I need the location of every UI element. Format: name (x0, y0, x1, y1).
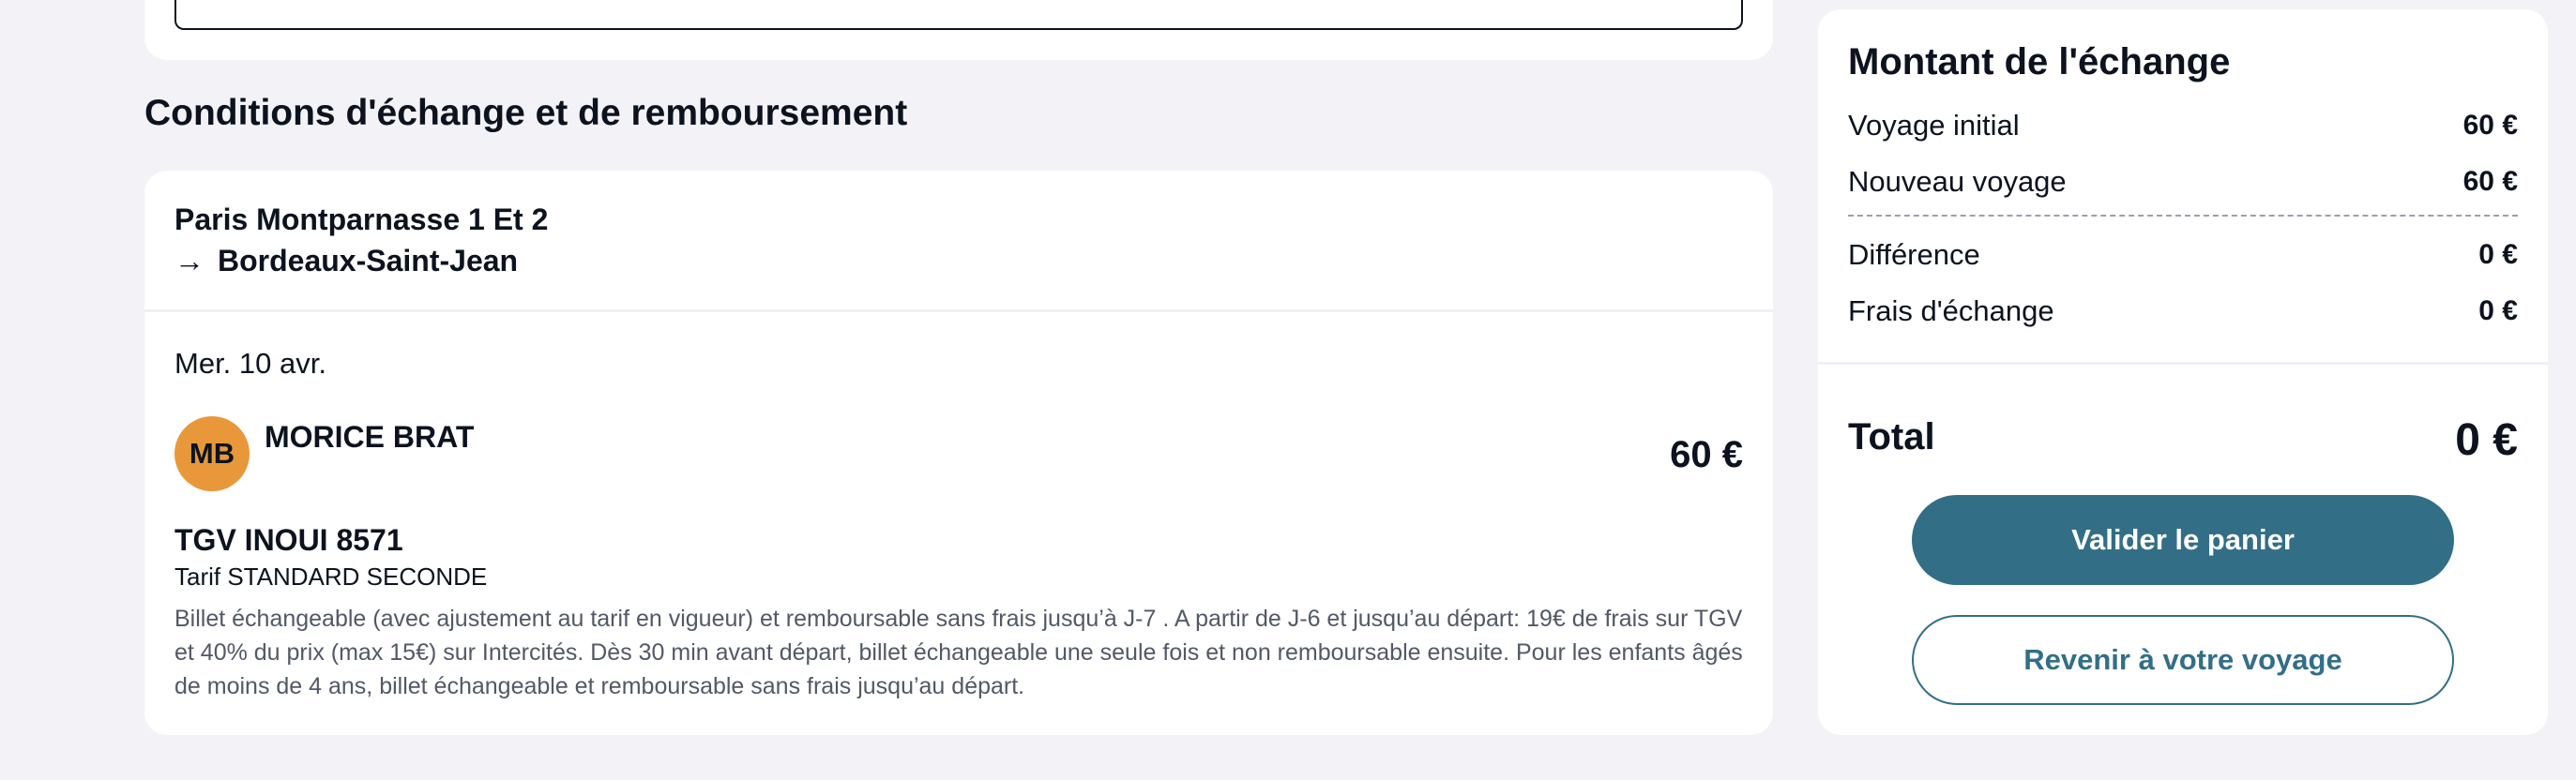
summary-row-new: Nouveau voyage 60 € (1848, 163, 2518, 201)
back-to-trip-button[interactable]: Revenir à votre voyage (1912, 615, 2454, 705)
summary-row-label: Différence (1848, 238, 1980, 271)
route-destination: → Bordeaux-Saint-Jean (174, 240, 548, 281)
fare-type: Tarif STANDARD SECONDE (174, 562, 488, 591)
summary-row-label: Frais d'échange (1848, 294, 2054, 327)
summary-row-label: Voyage initial (1848, 109, 2020, 142)
summary-row-value: 60 € (2462, 166, 2518, 197)
route: Paris Montparnasse 1 Et 2 → Bordeaux-Sai… (174, 199, 548, 281)
summary-row-value: 0 € (2478, 239, 2518, 270)
previous-card-field[interactable] (174, 0, 1743, 30)
summary-title: Montant de l'échange (1848, 41, 2231, 82)
divider (1818, 362, 2548, 365)
arrow-right-icon: → (174, 244, 205, 278)
conditions-section-title: Conditions d'échange et de remboursement (144, 93, 908, 133)
conditions-card: Paris Montparnasse 1 Et 2 → Bordeaux-Sai… (144, 171, 1773, 735)
route-to: Bordeaux-Saint-Jean (218, 244, 519, 278)
route-from: Paris Montparnasse 1 Et 2 (174, 202, 549, 236)
validate-cart-button[interactable]: Valider le panier (1912, 495, 2454, 585)
passenger-price: 60 € (1670, 434, 1743, 475)
avatar: MB (174, 416, 250, 491)
travel-date: Mer. 10 avr. (174, 347, 326, 380)
summary-row-initial: Voyage initial 60 € (1848, 107, 2518, 144)
summary-row-value: 0 € (2478, 295, 2518, 326)
exchange-summary-card: Montant de l'échange Voyage initial 60 €… (1818, 9, 2548, 735)
dashed-divider (1848, 215, 2518, 217)
divider (144, 309, 1773, 312)
total-value: 0 € (2455, 415, 2518, 465)
summary-row-fees: Frais d'échange 0 € (1848, 292, 2518, 330)
total-label: Total (1848, 416, 1935, 458)
passenger-name: MORICE BRAT (265, 420, 475, 454)
train-number: TGV INOUI 8571 (174, 523, 403, 557)
summary-row-label: Nouveau voyage (1848, 165, 2067, 198)
fare-conditions-text: Billet échangeable (avec ajustement au t… (174, 606, 1743, 699)
previous-card (144, 0, 1773, 60)
summary-row-difference: Différence 0 € (1848, 236, 2518, 274)
summary-row-value: 60 € (2462, 110, 2518, 141)
